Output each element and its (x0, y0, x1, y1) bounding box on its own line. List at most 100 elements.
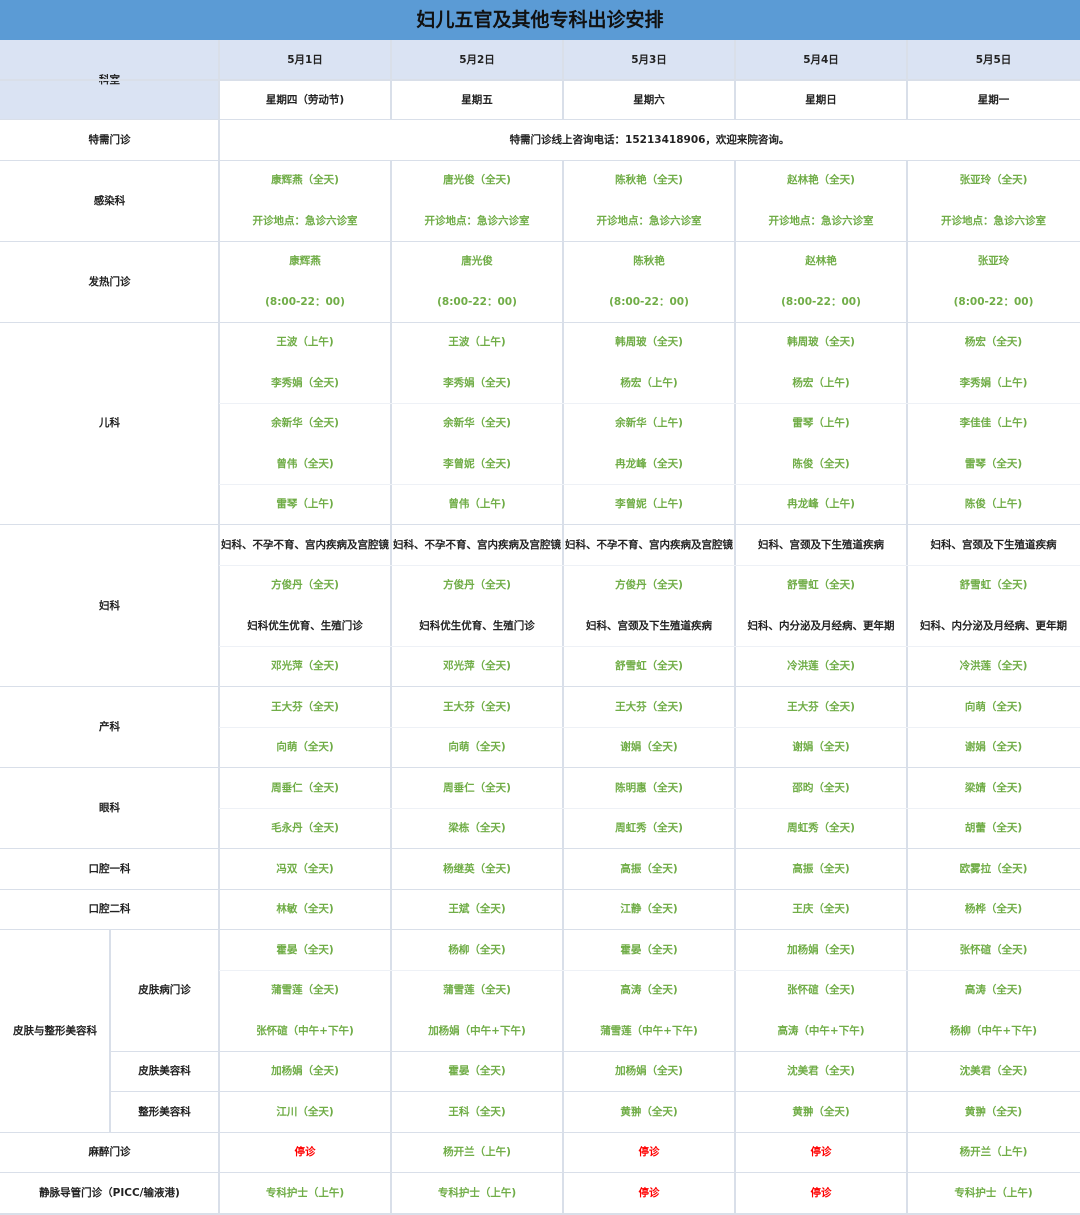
grid-line (906, 241, 908, 282)
dept-label: 眼科 (0, 768, 219, 849)
schedule-cell: 林敏（全天) (219, 889, 391, 930)
grid-line (218, 1051, 220, 1092)
schedule-cell: 赵林艳 (735, 241, 907, 282)
grid-line (906, 808, 908, 849)
schedule-cell: 王庆（全天) (735, 889, 907, 930)
schedule-cell: 张亚玲 (907, 241, 1080, 282)
grid-line (734, 768, 736, 809)
grid-line (390, 484, 392, 525)
schedule-cell: 雷琴（上午) (219, 484, 391, 525)
schedule-cell: 沈美君（全天) (907, 1051, 1080, 1092)
grid-line (218, 808, 220, 849)
schedule-cell: 高振（全天) (563, 849, 735, 890)
grid-line (562, 444, 564, 485)
grid-line (562, 1173, 564, 1214)
subdept-label: 皮肤病门诊 (110, 930, 219, 1052)
grid-line (906, 1011, 908, 1052)
schedule-cell: (8:00-22：00) (735, 282, 907, 323)
suspended-cell: 停诊 (563, 1132, 735, 1173)
schedule-cell: 曾伟（全天) (219, 444, 391, 485)
dept-label: 感染科 (0, 160, 219, 242)
suspended-cell: 停诊 (735, 1132, 907, 1173)
grid-line (218, 201, 220, 242)
grid-line (562, 768, 564, 809)
grid-line (218, 40, 220, 120)
grid-line (390, 768, 392, 809)
suspended-cell: 停诊 (563, 1173, 735, 1214)
dept-label: 妇科 (0, 525, 219, 687)
grid-line (562, 403, 564, 444)
grid-line (390, 403, 392, 444)
schedule-cell: 李佳佳（上午) (907, 403, 1080, 444)
grid-line (562, 282, 564, 323)
grid-line (390, 444, 392, 485)
grid-line (734, 889, 736, 930)
grid-line (390, 201, 392, 242)
schedule-cell: 黄翀（全天) (735, 1092, 907, 1133)
schedule-cell: 向萌（全天) (907, 687, 1080, 728)
schedule-cell: 陈秋艳（全天) (563, 160, 735, 201)
grid-line (906, 1092, 908, 1133)
grid-line (218, 606, 220, 647)
schedule-cell: 康辉燕（全天) (219, 160, 391, 201)
schedule-cell: 韩周玻（全天) (735, 322, 907, 363)
grid-line (390, 1092, 392, 1133)
specialty-cell: 妇科优生优育、生殖门诊 (219, 606, 391, 647)
schedule-cell: 李秀娟（上午) (907, 363, 1080, 404)
schedule-cell: 李曾妮（全天) (391, 444, 563, 485)
schedule-cell: 高涛（全天) (563, 970, 735, 1011)
dept-label: 麻醉门诊 (0, 1132, 219, 1173)
grid-line (218, 120, 220, 161)
schedule-cell: 谢娟（全天) (735, 727, 907, 768)
date-header: 5月4日 (735, 40, 907, 80)
grid-line (562, 484, 564, 525)
grid-line (562, 160, 564, 201)
grid-line (906, 322, 908, 363)
schedule-cell: 开诊地点：急诊六诊室 (563, 201, 735, 242)
weekday-header: 星期一 (907, 80, 1080, 120)
grid-line (562, 687, 564, 728)
grid-line (734, 727, 736, 768)
grid-line (390, 1173, 392, 1214)
schedule-cell: 霍晏（全天) (219, 930, 391, 971)
schedule-cell: 陈明惠（全天) (563, 768, 735, 809)
schedule-cell: 江川（全天) (219, 1092, 391, 1133)
schedule-cell: 周虹秀（全天) (735, 808, 907, 849)
date-header: 5月3日 (563, 40, 735, 80)
schedule-cell: 冉龙峰（上午) (735, 484, 907, 525)
schedule-cell: 康辉燕 (219, 241, 391, 282)
grid-line (906, 768, 908, 809)
schedule-cell: 李曾妮（上午) (563, 484, 735, 525)
schedule-cell: 舒雪虹（全天) (735, 565, 907, 606)
schedule-cell: 邓光萍（全天) (391, 646, 563, 687)
schedule-cell: 加杨娟（全天) (563, 1051, 735, 1092)
grid-line (218, 1011, 220, 1052)
schedule-cell: 邵昀（全天) (735, 768, 907, 809)
grid-line (562, 808, 564, 849)
schedule-cell: 韩周玻（全天) (563, 322, 735, 363)
grid-line (218, 484, 220, 525)
schedule-cell: 高涛（中午+下午) (735, 1011, 907, 1052)
grid-line (734, 1092, 736, 1133)
schedule-cell: 方俊丹（全天) (391, 565, 563, 606)
schedule-cell: 专科护士（上午) (907, 1173, 1080, 1214)
schedule-cell: 黄翀（全天) (563, 1092, 735, 1133)
grid-line (562, 889, 564, 930)
schedule-cell: 霍晏（全天) (563, 930, 735, 971)
schedule-cell: 毛永丹（全天) (219, 808, 391, 849)
date-header: 5月1日 (219, 40, 391, 80)
schedule-cell: 专科护士（上午) (391, 1173, 563, 1214)
grid-line (390, 1132, 392, 1173)
grid-line (390, 727, 392, 768)
grid-line (390, 1051, 392, 1092)
grid-line (562, 606, 564, 647)
suspended-cell: 停诊 (735, 1173, 907, 1214)
grid-line (906, 970, 908, 1011)
dept-label: 静脉导管门诊（PICC/输液港) (0, 1173, 219, 1214)
schedule-cell: 高涛（全天) (907, 970, 1080, 1011)
specialty-cell: 妇科、不孕不育、宫内疾病及宫腔镜 (219, 525, 391, 566)
schedule-cell: 余新华（全天) (391, 403, 563, 444)
schedule-cell: 开诊地点：急诊六诊室 (735, 201, 907, 242)
grid-line (562, 849, 564, 890)
grid-line (0, 1212, 1080, 1215)
